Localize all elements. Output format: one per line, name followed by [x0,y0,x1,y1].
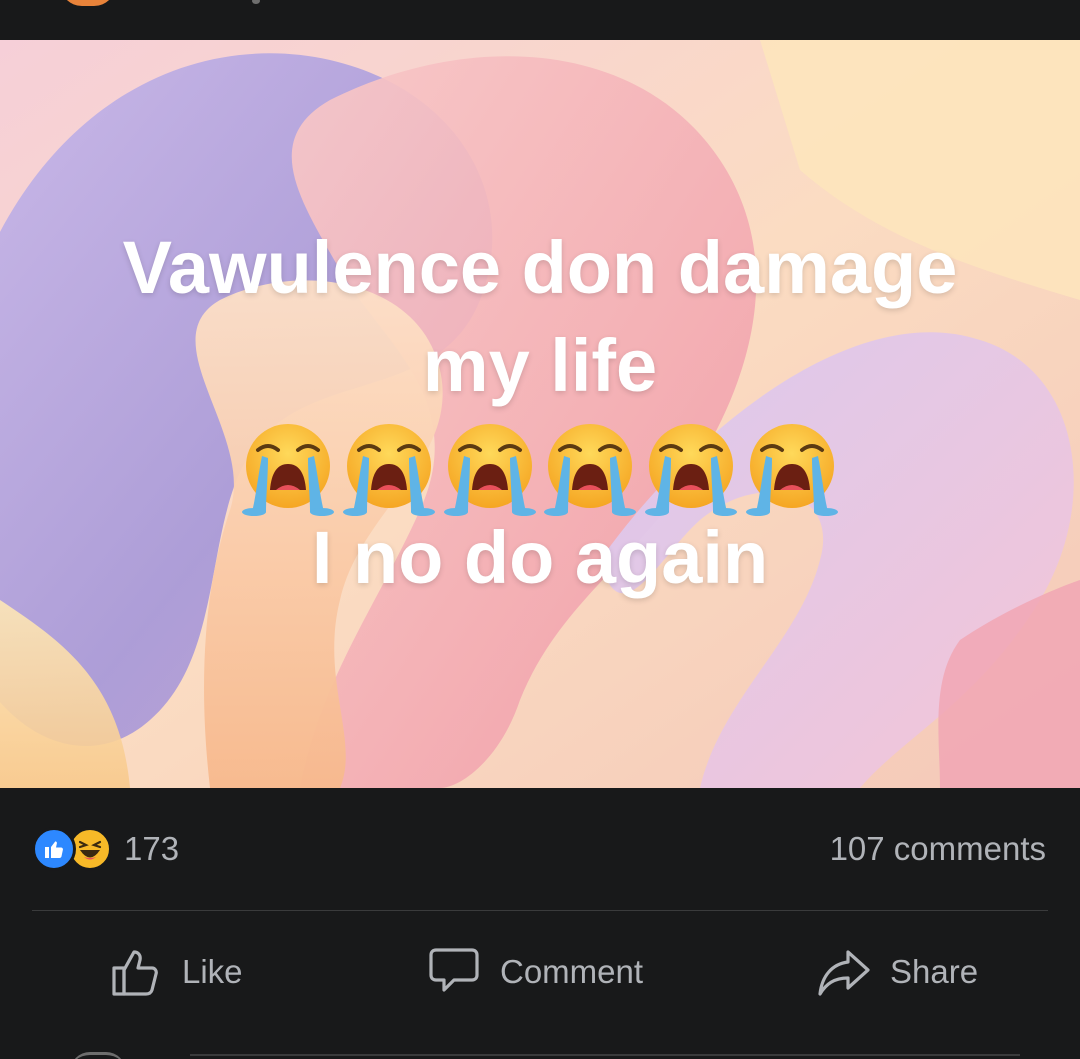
post-text-overlay: Vawulence don damage my life I no do aga… [0,40,1080,788]
comment-bubble-icon [429,948,479,992]
loudly-crying-face-icon [542,420,638,516]
feed-post: Vawulence don damage my life I no do aga… [0,0,1080,1059]
post-text-line-1: Vawulence don damage [122,226,958,309]
loudly-crying-face-icon [341,420,437,516]
author-avatar[interactable] [60,0,116,6]
reaction-count: 173 [124,830,180,867]
comments-count[interactable]: 107 comments [830,828,1046,870]
divider [32,910,1048,911]
comment-input-edge[interactable] [190,1054,1020,1059]
header-dot [252,0,260,4]
share-button[interactable]: Share [816,940,978,1004]
post-text-line-2: my life [422,324,658,407]
like-button[interactable]: Like [108,940,243,1004]
post-text-line-3: I no do again [311,516,769,599]
loudly-crying-face-icon [643,420,739,516]
comment-button[interactable]: Comment [426,940,643,1004]
like-reaction-icon [32,827,76,871]
comment-label: Comment [500,953,644,990]
previous-post-header-edge [0,0,1080,40]
like-label: Like [182,953,243,990]
thumbs-up-icon [112,950,158,996]
reaction-summary[interactable]: 173 [32,825,179,873]
loudly-crying-face-icon [744,420,840,516]
loudly-crying-face-icon [442,420,538,516]
loudly-crying-face-icon [240,420,336,516]
share-arrow-icon [818,950,870,996]
share-label: Share [890,953,979,990]
post-text-background[interactable]: Vawulence don damage my life I no do aga… [0,40,1080,788]
crying-emoji-row [240,420,840,520]
